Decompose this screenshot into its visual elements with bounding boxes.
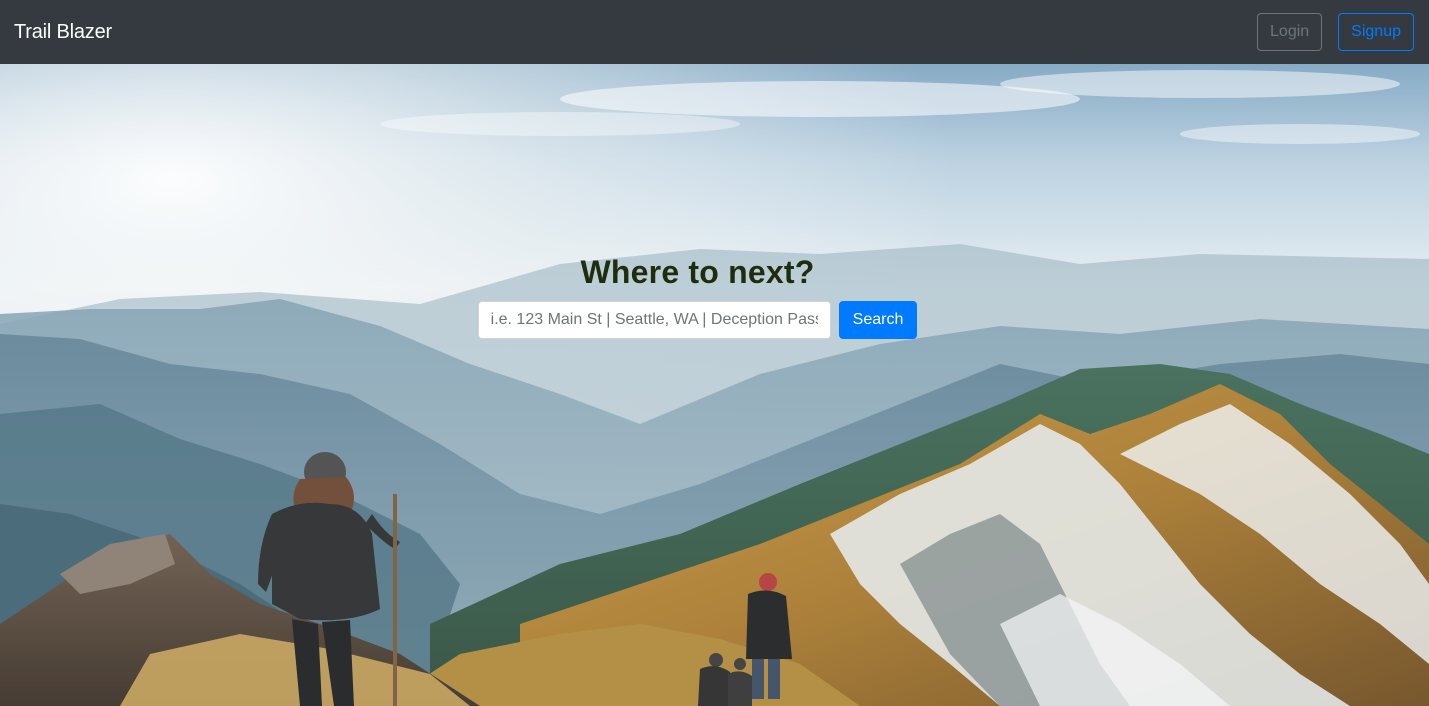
nav-actions: Login Signup bbox=[1257, 13, 1414, 51]
hero-title: Where to next? bbox=[580, 254, 815, 290]
search-button[interactable]: Search bbox=[838, 301, 918, 339]
navbar: Trail Blazer Login Signup bbox=[0, 0, 1429, 64]
search-input[interactable] bbox=[477, 301, 831, 339]
hero-background-image bbox=[0, 64, 1429, 706]
brand-logo-text[interactable]: Trail Blazer bbox=[14, 21, 112, 44]
hero-section: Where to next? Search bbox=[0, 64, 1429, 706]
hero-content: Where to next? Search bbox=[0, 254, 1429, 339]
search-form: Search bbox=[477, 301, 918, 339]
signup-button[interactable]: Signup bbox=[1338, 13, 1414, 51]
login-button[interactable]: Login bbox=[1257, 13, 1323, 51]
